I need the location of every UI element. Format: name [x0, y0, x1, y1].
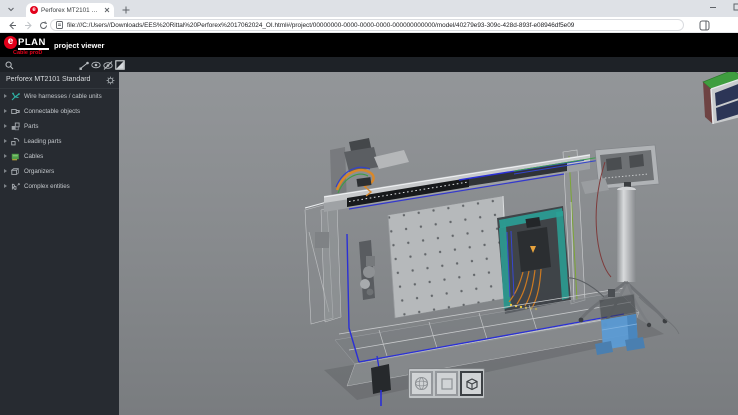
window-minimize-button[interactable]	[706, 1, 720, 13]
reload-icon	[39, 21, 48, 30]
sidebar-item-parts[interactable]: Parts	[0, 119, 119, 134]
orthographic-view-button[interactable]	[435, 371, 458, 396]
page-info-icon[interactable]	[56, 21, 63, 29]
reload-button[interactable]	[37, 19, 49, 31]
fit-view-button[interactable]	[115, 60, 125, 70]
sidebar-item-label: Complex entities	[24, 183, 70, 190]
minimize-icon	[709, 3, 717, 11]
browser-toolbar: file:///C:/Users//Downloads/EES%20Rittal…	[0, 17, 738, 33]
forward-arrow-icon	[24, 21, 33, 30]
chevron-right-icon[interactable]	[4, 184, 7, 188]
cube-view-icon	[464, 376, 480, 392]
show-all-button[interactable]	[91, 60, 101, 70]
sidebar-item-label: Connectable objects	[24, 108, 80, 115]
3d-viewport[interactable]	[119, 72, 738, 415]
isometric-view-button[interactable]	[460, 371, 483, 396]
mounting-plate	[388, 196, 508, 318]
address-bar[interactable]: file:///C:/Users//Downloads/EES%20Rittal…	[50, 19, 684, 31]
viewer-toolbar	[0, 57, 738, 72]
perspective-view-button[interactable]	[410, 371, 433, 396]
sidebar-item-connectable-objects[interactable]: Connectable objects	[0, 104, 119, 119]
main-area: Perforex MT2101 Standard Wire harnesses …	[0, 72, 738, 415]
chevron-right-icon[interactable]	[4, 139, 7, 143]
electrical-cabinet	[497, 206, 571, 314]
new-tab-button[interactable]	[120, 4, 131, 15]
sidebar-item-label: Leading parts	[24, 138, 62, 145]
search-button[interactable]	[4, 60, 14, 70]
fit-view-icon	[115, 60, 125, 70]
sidebar-item-organizers[interactable]: Organizers	[0, 164, 119, 179]
side-panel-icon[interactable]	[699, 20, 710, 31]
forward-button[interactable]	[22, 19, 34, 31]
measure-button[interactable]	[79, 60, 89, 70]
chevron-right-icon[interactable]	[4, 154, 7, 158]
sidebar-item-leading-parts[interactable]: Leading parts	[0, 134, 119, 149]
url-text: file:///C:/Users//Downloads/EES%20Rittal…	[67, 22, 574, 29]
project-title: Perforex MT2101 Standard	[6, 76, 90, 83]
hide-all-button[interactable]	[103, 60, 113, 70]
eplan-logo-text: PLAN	[18, 37, 46, 48]
sidebar-item-label: Parts	[24, 123, 38, 130]
plus-icon	[122, 6, 130, 14]
tab-close-icon[interactable]	[104, 7, 110, 13]
browser-tab-strip: e Perforex MT2101 Standard	[0, 0, 738, 17]
eplan-logo-e-icon: e	[4, 36, 17, 49]
machine-3d-scene	[119, 72, 738, 415]
eplan-favicon-icon: e	[30, 6, 38, 14]
sphere-view-icon	[414, 376, 429, 391]
hide-all-icon	[103, 61, 113, 70]
parts-icon	[11, 122, 20, 131]
eplan-logo-subtitle: Cable proD	[13, 50, 42, 56]
leading-parts-icon	[11, 137, 20, 146]
eplan-logo: e PLAN Cable proD	[4, 36, 52, 55]
sidebar-item-complex-entities[interactable]: Complex entities	[0, 179, 119, 194]
sidebar-item-wire-harnesses[interactable]: Wire harnesses / cable units	[0, 89, 119, 104]
chevron-right-icon[interactable]	[4, 124, 7, 128]
complex-entities-icon	[11, 182, 20, 191]
browser-tab[interactable]: e Perforex MT2101 Standard	[26, 3, 114, 17]
back-button[interactable]	[6, 19, 18, 31]
project-structure-panel: Perforex MT2101 Standard Wire harnesses …	[0, 72, 119, 415]
tab-title: Perforex MT2101 Standard	[41, 7, 101, 14]
chevron-down-icon	[7, 5, 15, 13]
gear-icon[interactable]	[106, 76, 115, 85]
wire-harness-icon	[11, 92, 20, 101]
sidebar-item-cables[interactable]: Cables	[0, 149, 119, 164]
app-header: e PLAN Cable proD project viewer	[0, 33, 738, 57]
back-arrow-icon	[8, 21, 17, 30]
square-view-icon	[440, 377, 454, 391]
corner-cabinet	[703, 72, 738, 124]
sidebar-item-label: Organizers	[24, 168, 54, 175]
cables-icon	[11, 152, 20, 161]
chevron-right-icon[interactable]	[4, 94, 7, 98]
tab-search-button[interactable]	[5, 3, 17, 15]
search-icon	[5, 61, 14, 70]
organizers-icon	[11, 167, 20, 176]
sidebar-item-label: Cables	[24, 153, 43, 160]
sidebar-item-label: Wire harnesses / cable units	[24, 93, 102, 100]
app-title: project viewer	[54, 41, 104, 50]
chevron-right-icon[interactable]	[4, 109, 7, 113]
window-maximize-button[interactable]	[730, 1, 738, 13]
spindle-assembly	[359, 240, 375, 300]
project-title-row: Perforex MT2101 Standard	[0, 72, 119, 89]
maximize-icon	[733, 3, 738, 11]
view-mode-buttons	[408, 368, 485, 399]
chevron-right-icon[interactable]	[4, 169, 7, 173]
show-all-icon	[91, 61, 101, 69]
connectable-objects-icon	[11, 107, 20, 116]
measure-icon	[79, 60, 89, 70]
